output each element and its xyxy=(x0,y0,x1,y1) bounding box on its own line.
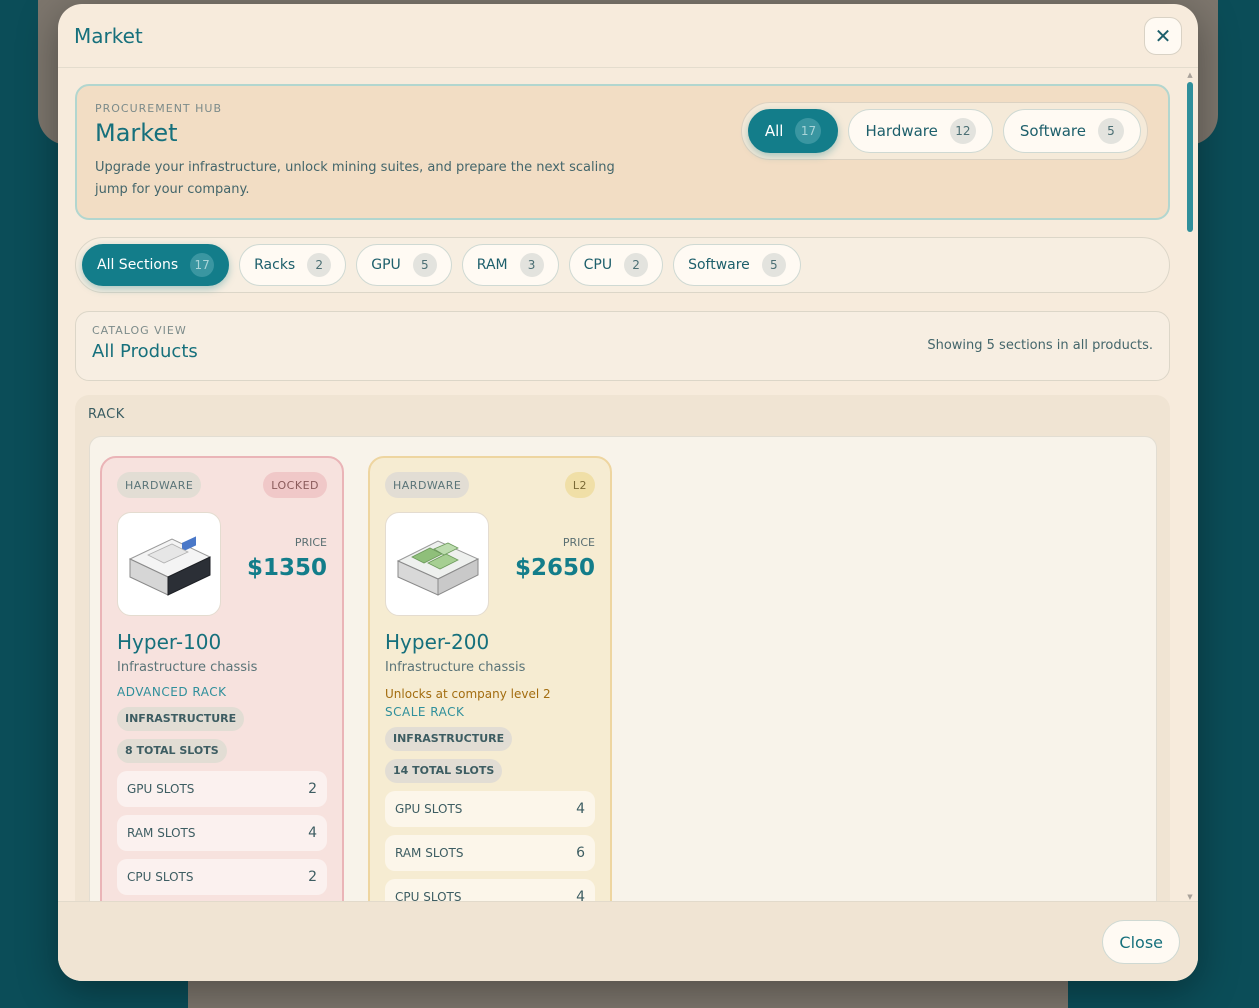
product-subtitle: Infrastructure chassis xyxy=(385,660,526,675)
section-tabs: All Sections 17 Racks 2 GPU 5 RAM 3 CPU … xyxy=(75,237,1170,293)
modal-title: Market xyxy=(74,23,143,48)
filter-count: 17 xyxy=(795,118,822,144)
spec-value: 4 xyxy=(308,825,317,841)
filter-all[interactable]: All 17 xyxy=(747,109,839,153)
section-tab-all[interactable]: All Sections 17 xyxy=(82,244,230,286)
product-type: ADVANCED RACK xyxy=(117,685,227,699)
section-tab-count: 2 xyxy=(307,253,332,277)
section-tab-racks[interactable]: Racks 2 xyxy=(239,244,347,286)
spec-label: GPU SLOTS xyxy=(127,782,195,796)
spec-row: CPU SLOTS 2 xyxy=(117,859,327,895)
spec-value: 2 xyxy=(308,869,317,885)
section-tab-label: RAM xyxy=(476,257,508,273)
product-thumbnail xyxy=(385,512,489,616)
market-modal: Market ✕ PROCUREMENT HUB Market Upgrade … xyxy=(58,4,1198,981)
section-label: RACK xyxy=(88,407,125,422)
modal-header: Market ✕ xyxy=(58,4,1198,68)
spec-row: RAM SLOTS 6 xyxy=(385,835,595,871)
filter-software[interactable]: Software 5 xyxy=(1002,109,1141,153)
filter-label: Software xyxy=(1019,122,1086,140)
section-tab-gpu[interactable]: GPU 5 xyxy=(356,244,452,286)
rack-section: RACK HARDWARE LOCKED PRICE $1350 Hyper-1… xyxy=(75,395,1170,901)
product-price: $1350 xyxy=(246,555,327,581)
section-tab-label: CPU xyxy=(583,257,613,273)
section-tab-label: Software xyxy=(688,257,750,273)
close-icon: ✕ xyxy=(1154,23,1172,48)
section-tab-label: Racks xyxy=(254,257,296,273)
scroll-down-icon[interactable]: ▼ xyxy=(1186,893,1194,901)
procurement-hub: PROCUREMENT HUB Market Upgrade your infr… xyxy=(75,84,1170,220)
section-tab-ram[interactable]: RAM 3 xyxy=(461,244,559,286)
filter-label: Hardware xyxy=(865,122,938,140)
section-tab-count: 3 xyxy=(519,253,544,277)
rack-server-icon xyxy=(128,536,212,596)
product-thumbnail xyxy=(117,512,221,616)
close-button[interactable]: ✕ xyxy=(1144,16,1182,55)
section-tab-cpu[interactable]: CPU 2 xyxy=(568,244,664,286)
product-name: Hyper-100 xyxy=(117,630,222,654)
rack-chassis-icon xyxy=(396,540,480,596)
category-tag: HARDWARE xyxy=(117,472,202,498)
spec-value: 6 xyxy=(576,845,585,861)
hub-description: Upgrade your infrastructure, unlock mini… xyxy=(95,160,615,197)
section-tab-label: GPU xyxy=(371,257,401,273)
filter-label: All xyxy=(764,122,784,140)
spec-label: RAM SLOTS xyxy=(127,826,196,840)
section-tab-count: 5 xyxy=(761,253,786,277)
product-subtitle: Infrastructure chassis xyxy=(117,660,258,675)
product-chip: 8 TOTAL SLOTS xyxy=(117,739,227,763)
modal-scrollbar[interactable]: ▲ ▼ xyxy=(1186,68,1194,901)
spec-row: GPU SLOTS 4 xyxy=(385,791,595,827)
catalog-note: Showing 5 sections in all products. xyxy=(927,338,1153,353)
scroll-up-icon[interactable]: ▲ xyxy=(1186,71,1194,79)
filter-count: 5 xyxy=(1098,118,1124,144)
product-chip: 14 TOTAL SLOTS xyxy=(385,759,503,783)
price-label: PRICE xyxy=(294,536,327,549)
category-tag: HARDWARE xyxy=(385,472,470,498)
footer-close-button[interactable]: Close xyxy=(1102,920,1180,964)
spec-value: 4 xyxy=(576,889,585,901)
unlock-note: Unlocks at company level 2 xyxy=(385,687,551,701)
product-card[interactable]: HARDWARE L2 PRICE $2650 Hyper-200 Infras… xyxy=(368,456,612,901)
spec-label: CPU SLOTS xyxy=(127,870,194,884)
section-tab-label: All Sections xyxy=(97,257,179,273)
spec-label: CPU SLOTS xyxy=(395,890,462,901)
catalog-view: CATALOG VIEW All Products Showing 5 sect… xyxy=(75,311,1170,381)
status-badge: LOCKED xyxy=(263,472,327,498)
section-tab-count: 5 xyxy=(412,253,437,277)
price-label: PRICE xyxy=(562,536,595,549)
product-chip: INFRASTRUCTURE xyxy=(385,727,513,751)
spec-row: GPU SLOTS 2 xyxy=(117,771,327,807)
section-tab-software[interactable]: Software 5 xyxy=(673,244,801,286)
scrollbar-thumb[interactable] xyxy=(1187,82,1193,232)
product-card[interactable]: HARDWARE LOCKED PRICE $1350 Hyper-100 In… xyxy=(100,456,344,901)
spec-value: 2 xyxy=(308,781,317,797)
section-tab-count: 17 xyxy=(190,253,215,277)
filter-count: 12 xyxy=(949,118,976,144)
product-chip: INFRASTRUCTURE xyxy=(117,707,245,731)
modal-footer: Close xyxy=(58,901,1198,981)
spec-label: GPU SLOTS xyxy=(395,802,463,816)
catalog-eyebrow: CATALOG VIEW xyxy=(92,324,187,337)
spec-label: RAM SLOTS xyxy=(395,846,464,860)
spec-row: CPU SLOTS 4 xyxy=(385,879,595,901)
product-grid: HARDWARE LOCKED PRICE $1350 Hyper-100 In… xyxy=(89,436,1157,901)
product-name: Hyper-200 xyxy=(385,630,490,654)
level-badge: L2 xyxy=(564,472,595,498)
spec-row: RAM SLOTS 4 xyxy=(117,815,327,851)
section-tab-count: 2 xyxy=(624,253,649,277)
filter-hardware[interactable]: Hardware 12 xyxy=(848,109,993,153)
product-price: $2650 xyxy=(514,555,595,581)
spec-value: 4 xyxy=(576,801,585,817)
product-type: SCALE RACK xyxy=(385,705,465,719)
modal-body[interactable]: PROCUREMENT HUB Market Upgrade your infr… xyxy=(58,68,1198,901)
product-type-filter: All 17 Hardware 12 Software 5 xyxy=(740,102,1148,160)
